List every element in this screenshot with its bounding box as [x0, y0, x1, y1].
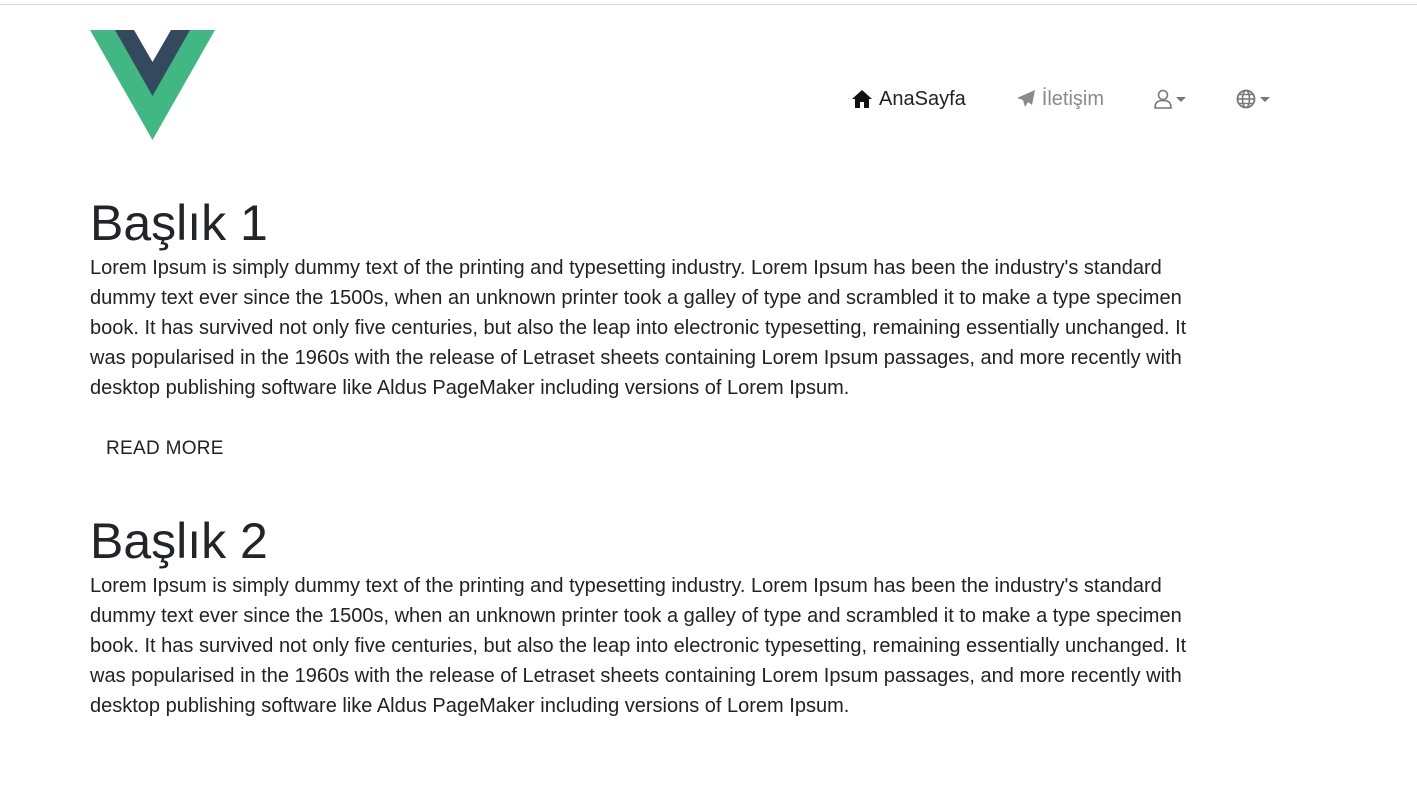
nav-home-label: AnaSayfa: [879, 87, 966, 110]
user-dropdown[interactable]: [1154, 89, 1186, 109]
chevron-down-icon: [1176, 96, 1186, 102]
article-title: Başlık 2: [90, 513, 268, 569]
nav-contact-label: İletişim: [1041, 87, 1104, 110]
article-2: Başlık 2 Lorem Ipsum is simply dummy tex…: [90, 511, 1220, 721]
article-title: Başlık 1: [90, 195, 268, 251]
language-dropdown[interactable]: [1236, 89, 1270, 109]
article-1: Başlık 1 Lorem Ipsum is simply dummy tex…: [90, 193, 1220, 463]
article-body: Lorem Ipsum is simply dummy text of the …: [90, 257, 1187, 399]
home-icon: [851, 89, 873, 109]
user-icon: [1154, 89, 1172, 109]
vue-logo[interactable]: [90, 30, 215, 140]
paper-plane-icon: [1016, 89, 1036, 109]
vue-logo-icon: [90, 30, 215, 140]
nav-menu: AnaSayfa İletişim: [801, 82, 1270, 116]
chevron-down-icon: [1260, 96, 1270, 102]
page-container: AnaSayfa İletişim Başlık 1 Lorem Ipsum i…: [90, 0, 1270, 717]
nav-contact-link[interactable]: İletişim: [1016, 88, 1104, 111]
nav-home-link[interactable]: AnaSayfa: [851, 88, 966, 111]
read-more-button[interactable]: READ MORE: [106, 435, 224, 463]
navbar: AnaSayfa İletişim: [90, 0, 1270, 160]
article-body: Lorem Ipsum is simply dummy text of the …: [90, 575, 1187, 717]
globe-icon: [1236, 89, 1256, 109]
